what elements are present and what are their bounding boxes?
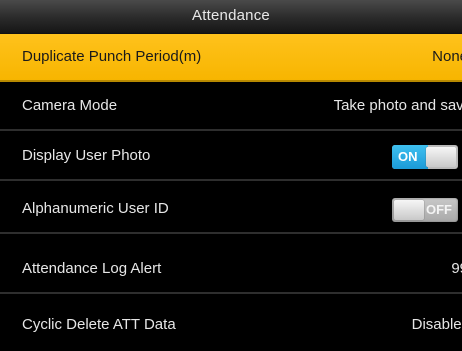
setting-row-display-user-photo[interactable]: Display User Photo ON [0,133,462,181]
attendance-settings-screen: Attendance Duplicate Punch Period(m) Non… [0,0,462,351]
setting-row-attendance-log-alert[interactable]: Attendance Log Alert 99 [0,246,462,294]
setting-value: None [432,48,462,65]
alphanumeric-user-id-toggle[interactable]: OFF [392,198,458,222]
setting-label: Display User Photo [22,147,151,164]
setting-value: 99 [451,260,462,277]
toggle-state-label: ON [398,149,418,164]
title-bar: Attendance [0,0,462,34]
setting-row-duplicate-punch-period[interactable]: Duplicate Punch Period(m) None [0,34,462,82]
display-user-photo-toggle[interactable]: ON [392,145,458,169]
toggle-state-label: OFF [426,202,452,217]
setting-label: Attendance Log Alert [22,260,162,277]
setting-row-camera-mode[interactable]: Camera Mode Take photo and save [0,83,462,131]
setting-label: Duplicate Punch Period(m) [22,48,202,65]
setting-value: Take photo and save [333,97,462,114]
setting-label: Cyclic Delete ATT Data [22,316,176,333]
setting-row-cyclic-delete-att-data[interactable]: Cyclic Delete ATT Data Disabled [0,299,462,351]
setting-value: Disabled [411,316,462,333]
page-title: Attendance [192,7,270,24]
setting-label: Alphanumeric User ID [22,200,169,217]
setting-label: Camera Mode [22,97,118,114]
toggle-knob [394,200,424,220]
toggle-knob [426,147,456,167]
setting-row-alphanumeric-user-id[interactable]: Alphanumeric User ID OFF [0,186,462,234]
